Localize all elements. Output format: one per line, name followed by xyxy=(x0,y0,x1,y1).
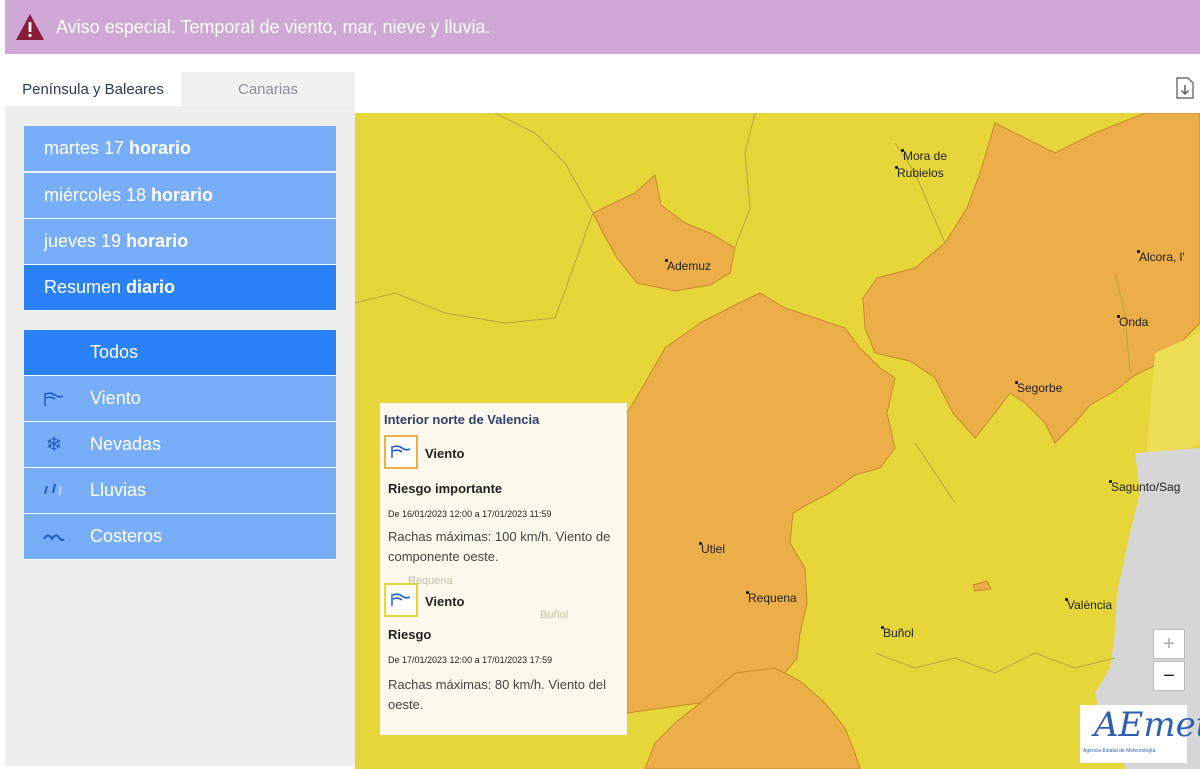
wind-icon xyxy=(42,387,66,411)
waves-icon xyxy=(42,525,66,549)
day-button-miercoles-18[interactable]: miércoles 18 horario xyxy=(24,173,336,219)
faded-city-label: Buñol xyxy=(540,609,569,621)
day-label: miércoles 18 horario xyxy=(44,185,213,206)
city-label: València xyxy=(1064,598,1113,612)
region-tabs: Península y Baleares Canarias xyxy=(5,72,355,106)
warning-banner: Aviso especial. Temporal de viento, mar,… xyxy=(5,0,1200,54)
day-prefix: Resumen xyxy=(44,277,127,297)
rain-icon xyxy=(42,479,66,503)
wind-icon xyxy=(384,435,418,469)
warning-dates: De 16/01/2023 12:00 a 17/01/2023 11:59 xyxy=(388,509,552,519)
city-label: Onda xyxy=(1116,315,1149,329)
day-mode: horario xyxy=(126,231,189,251)
filter-costeros[interactable]: Costeros xyxy=(24,514,336,560)
wind-icon xyxy=(384,583,418,617)
day-mode: horario xyxy=(129,138,192,158)
day-label: jueves 19 horario xyxy=(44,231,188,252)
popup-title: Interior norte de Valencia xyxy=(384,412,540,427)
filter-label: Costeros xyxy=(90,526,163,546)
warning-description: Rachas máximas: 80 km/h. Viento del oest… xyxy=(388,677,606,712)
day-button-martes-17[interactable]: martes 17 horario xyxy=(24,126,336,172)
day-mode: horario xyxy=(151,185,214,205)
city-label: Segorbe xyxy=(1014,381,1063,395)
warning-popup: Interior norte de Valencia Viento Riesgo… xyxy=(380,403,627,735)
warning-description: Rachas máximas: 100 km/h. Viento de comp… xyxy=(388,529,611,564)
city-label: Utiel xyxy=(698,542,726,556)
city-label: Buñol xyxy=(881,626,914,640)
day-label: martes 17 horario xyxy=(44,138,191,159)
day-label: Resumen diario xyxy=(44,277,175,298)
filter-lluvias[interactable]: Lluvias xyxy=(24,468,336,514)
day-button-resumen-diario[interactable]: Resumen diario xyxy=(24,265,336,311)
tab-canarias[interactable]: Canarias xyxy=(181,72,355,106)
warning-dates: De 17/01/2023 12:00 a 17/01/2023 17:59 xyxy=(388,655,553,665)
filter-label: Viento xyxy=(90,388,141,408)
filter-label: Todos xyxy=(90,342,139,362)
day-button-jueves-19[interactable]: jueves 19 horario xyxy=(24,219,336,265)
logo-subtitle: Agencia Estatal de Meteorología xyxy=(1083,748,1156,754)
filter-nevadas[interactable]: ❄ Nevadas xyxy=(24,422,336,468)
zoom-out-button[interactable]: − xyxy=(1153,661,1185,691)
day-prefix: miércoles 18 xyxy=(44,185,152,205)
logo-text: AEmet xyxy=(1094,705,1200,745)
download-icon[interactable] xyxy=(1176,77,1194,99)
blank-icon xyxy=(42,341,66,365)
faded-city-label: Requena xyxy=(408,575,453,587)
zoom-in-button[interactable]: + xyxy=(1153,629,1185,659)
warning-level: Riesgo xyxy=(388,627,432,642)
tab-peninsula-baleares[interactable]: Península y Baleares xyxy=(5,72,181,106)
warning-type: Viento xyxy=(425,594,465,609)
banner-text: Aviso especial. Temporal de viento, mar,… xyxy=(56,16,491,37)
filter-todos[interactable]: Todos xyxy=(24,330,336,376)
day-prefix: jueves 19 xyxy=(44,231,127,251)
day-prefix: martes 17 xyxy=(44,138,130,158)
filter-viento[interactable]: Viento xyxy=(24,376,336,422)
snowflake-icon: ❄ xyxy=(45,434,63,456)
city-label: Rubielos xyxy=(895,166,944,180)
city-label: Alcora, l' xyxy=(1137,250,1185,264)
filter-label: Lluvias xyxy=(90,480,147,500)
city-label: Mora de xyxy=(900,149,948,163)
city-label: Ademuz xyxy=(664,259,712,273)
city-label: Sagunto/Sag xyxy=(1108,480,1181,494)
filter-label: Nevadas xyxy=(90,434,162,454)
warning-icon xyxy=(12,9,48,45)
warning-level: Riesgo importante xyxy=(388,481,503,496)
aemet-logo: AEmet Agencia Estatal de Meteorología xyxy=(1080,705,1200,763)
sidebar: martes 17 horario miércoles 18 horario j… xyxy=(5,106,355,766)
day-mode: diario xyxy=(126,277,176,297)
city-label: Requena xyxy=(746,591,797,605)
warning-type: Viento xyxy=(425,446,465,461)
